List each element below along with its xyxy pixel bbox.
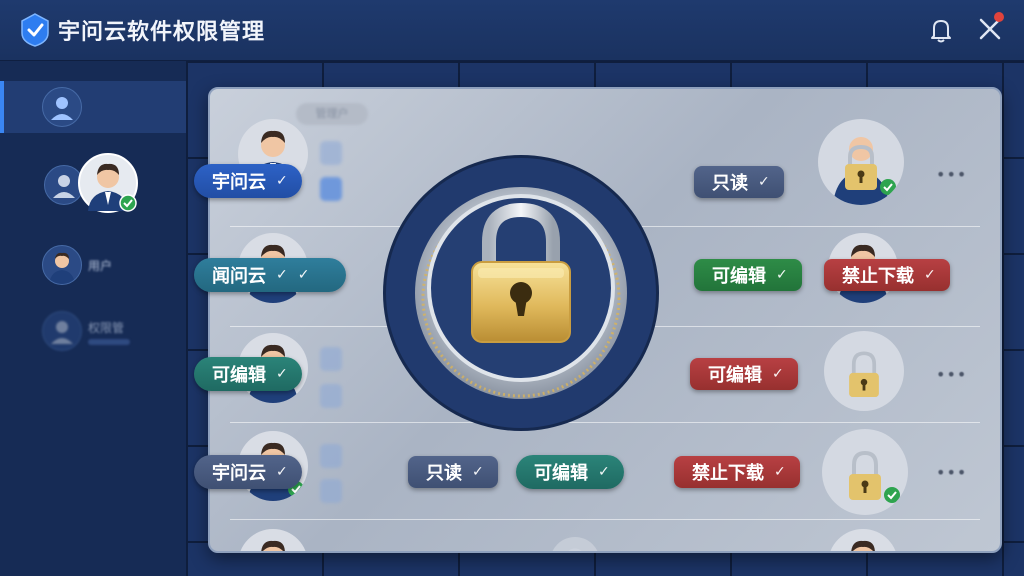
permission-chip[interactable]: 可编辑 ✓ xyxy=(516,455,624,489)
chevron-down-icon: ✓ xyxy=(598,464,610,480)
checkbox[interactable] xyxy=(320,141,342,165)
user-avatar xyxy=(238,529,308,551)
permission-chip[interactable]: 只读 ✓ xyxy=(408,456,498,488)
avatar-icon xyxy=(42,245,82,285)
padlock-icon xyxy=(415,187,627,399)
permission-chip-label: 可编辑 xyxy=(534,463,588,484)
sidebar-item-permissions[interactable]: 权限管 xyxy=(0,305,186,357)
permission-chip[interactable]: 闻问云 ✓ ✓ xyxy=(194,258,346,292)
chevron-down-icon: ✓ xyxy=(472,464,484,480)
permission-chip[interactable]: 可编辑 ✓ xyxy=(194,357,302,391)
avatar xyxy=(78,153,138,213)
chevron-down-icon: ✓ xyxy=(774,464,786,480)
checkbox[interactable] xyxy=(320,384,342,408)
tools-button[interactable] xyxy=(974,12,1006,44)
locked-user-avatar xyxy=(822,429,908,515)
user-avatar xyxy=(828,529,898,551)
permission-chip-label: 禁止下载 xyxy=(692,463,764,484)
permission-chip[interactable]: 宇问云 ✓ xyxy=(194,164,302,198)
permission-chip-label: 宇问云 xyxy=(212,172,266,193)
app-title: 宇问云软件权限管理 xyxy=(58,20,266,45)
sidebar-item-users[interactable] xyxy=(0,81,186,133)
placeholder-line xyxy=(88,339,130,345)
row-divider xyxy=(230,519,980,520)
permission-chip-label: 闻问云 xyxy=(212,266,266,287)
locked-user-avatar xyxy=(824,331,904,411)
permission-chip[interactable]: 禁止下载 ✓ xyxy=(824,259,950,291)
chevron-down-icon: ✓ xyxy=(276,267,288,283)
check-icon: ✓ xyxy=(297,267,310,283)
sidebar-item-label: 权限管 xyxy=(88,321,125,335)
app-header: 宇问云软件权限管理 xyxy=(0,0,1024,61)
shield-logo-icon xyxy=(21,13,49,47)
more-options-icon[interactable]: ••• xyxy=(936,165,967,184)
permission-chip-label: 可编辑 xyxy=(712,266,766,287)
permission-chip[interactable]: 只读 ✓ xyxy=(694,166,784,198)
notification-badge xyxy=(994,12,1004,22)
locked-user-avatar xyxy=(818,119,904,205)
more-options-icon[interactable]: ••• xyxy=(936,365,967,384)
permission-chip-label: 只读 xyxy=(426,463,462,484)
bell-icon[interactable] xyxy=(926,15,956,45)
ghost-header-chip: 管理户 xyxy=(296,103,368,125)
sidebar-item-label: 用户 xyxy=(88,259,113,273)
chevron-down-icon: ✓ xyxy=(276,173,288,189)
checkbox[interactable] xyxy=(320,177,342,201)
lock-medallion xyxy=(386,158,656,428)
chevron-down-icon: ✓ xyxy=(772,366,784,382)
user-icon xyxy=(42,311,82,351)
permission-chip-label: 只读 xyxy=(712,173,748,194)
permission-chip[interactable]: 宇问云 ✓ xyxy=(194,455,302,489)
permission-chip[interactable]: 可编辑 ✓ xyxy=(694,259,802,291)
permission-chip-label: 可编辑 xyxy=(708,365,762,386)
checkbox[interactable] xyxy=(320,444,342,468)
chevron-down-icon: ✓ xyxy=(276,366,288,382)
user-icon xyxy=(42,87,82,127)
permission-chip-label: 可编辑 xyxy=(212,365,266,386)
user-avatar xyxy=(550,537,600,551)
chevron-down-icon: ✓ xyxy=(924,267,936,283)
chevron-down-icon: ✓ xyxy=(276,464,288,480)
permission-chip-label: 禁止下载 xyxy=(842,266,914,287)
chevron-down-icon: ✓ xyxy=(758,174,770,190)
permission-chip-label: 宇问云 xyxy=(212,463,266,484)
checkbox[interactable] xyxy=(320,347,342,371)
checkbox[interactable] xyxy=(320,479,342,503)
permission-chip[interactable]: 禁止下载 ✓ xyxy=(674,456,800,488)
sidebar-item-user[interactable]: 用户 xyxy=(0,239,186,291)
sidebar: 用户 权限管 xyxy=(0,61,186,576)
permission-chip[interactable]: 可编辑 ✓ xyxy=(690,358,798,390)
chevron-down-icon: ✓ xyxy=(776,267,788,283)
sidebar-item-user-profile[interactable] xyxy=(0,153,186,217)
more-options-icon[interactable]: ••• xyxy=(936,463,967,482)
